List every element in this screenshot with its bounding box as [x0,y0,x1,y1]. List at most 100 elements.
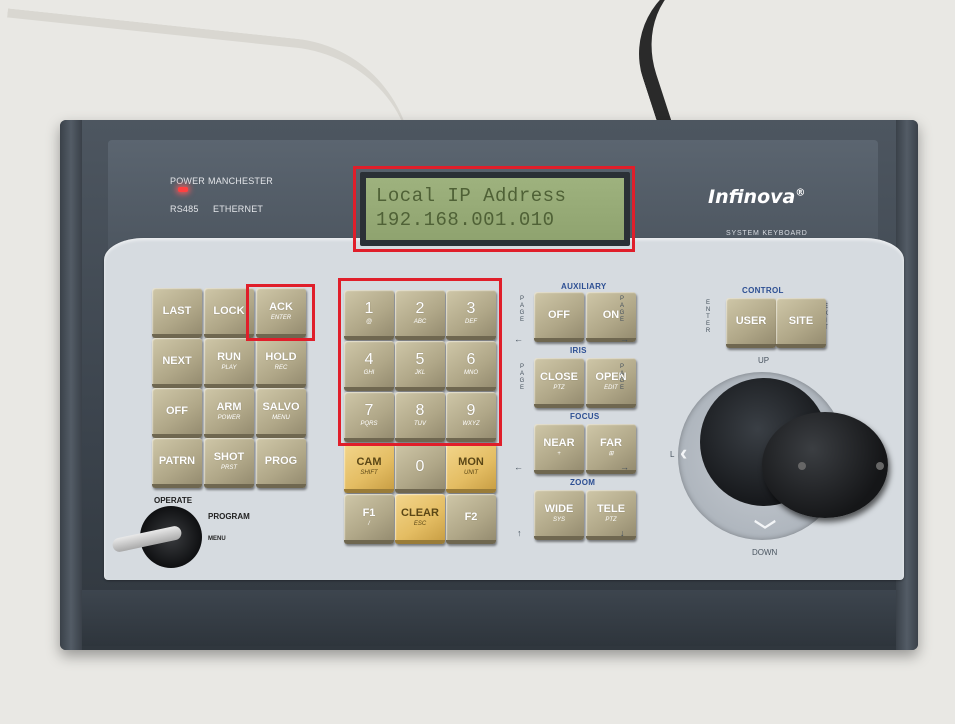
ethernet-label: ETHERNET [213,204,264,214]
key-label: CLOSE [540,370,578,383]
key-sublabel: ⊞ [608,450,614,457]
lcd-highlight-box [353,166,635,252]
key-sublabel: + [557,450,561,457]
zoom-wide-button[interactable]: WIDE SYS [534,490,584,540]
key-sublabel: PTZ [605,516,617,523]
key-label: CAM [356,455,382,468]
key-label: LAST [162,305,192,317]
key-next[interactable]: NEXT [152,338,202,388]
arrow-left-icon: ← [514,462,523,472]
key-label: NEAR [543,436,575,449]
key-label: NEXT [162,355,192,367]
power-label: POWER [170,176,206,186]
key-last[interactable]: LAST [152,288,202,338]
key-sublabel: ESC [413,520,427,527]
bottom-rail [82,590,896,646]
arrow-right-icon: → [620,334,629,344]
arrow-right-icon: → [620,462,629,472]
key-f1[interactable]: F1/ [344,494,394,544]
zoom-label: ZOOM [570,478,596,487]
menu-label: MENU [208,536,226,542]
key-0[interactable]: 0 [395,443,445,493]
iris-label: IRIS [570,346,587,355]
ack-highlight-box [246,284,315,341]
key-label: ON [602,309,620,321]
manchester-label: MANCHESTER [208,176,274,186]
key-sublabel: PLAY [221,364,237,371]
key-hold[interactable]: HOLD REC [256,338,306,388]
key-patrn[interactable]: PATRN [152,438,202,488]
key-mon[interactable]: MON UNIT [446,443,496,493]
key-label: TELE [596,502,626,515]
chevron-down-icon: ﹀ [754,519,777,544]
key-sublabel: UNIT [464,469,478,476]
auxiliary-off-button[interactable]: OFF [534,292,584,342]
brand-subtitle: SYSTEM KEYBOARD [726,230,808,237]
key-sublabel: / [368,520,370,527]
auxiliary-label: AUXILIARY [561,282,607,291]
key-sublabel: EDIT [604,384,618,391]
key-sublabel: REC [274,364,288,371]
key-sublabel: PRST [220,464,237,471]
chevron-left-icon: ‹ [680,440,688,465]
page-label-left-2: PAGE [519,364,525,391]
joystick-down-label: DOWN [752,548,778,557]
key-label: HOLD [265,350,297,363]
program-label: PROGRAM [208,512,250,521]
iris-open-button[interactable]: OPEN EDIT [586,358,636,408]
joystick-left-label: L [670,450,675,459]
key-label: OFF [548,309,570,321]
site-button[interactable]: SITE [776,298,826,348]
key-label: OFF [166,405,188,417]
brand-name: Infinova [708,186,796,208]
key-label: F1 [362,506,376,519]
enter-label: ENTER [705,300,711,334]
key-clear[interactable]: CLEAR ESC [395,494,445,544]
user-button[interactable]: USER [726,298,776,348]
page-label-right-1: PAGE [619,296,625,323]
joystick-knob[interactable] [762,412,888,518]
iris-close-button[interactable]: CLOSE PTZ [534,358,584,408]
key-label: SHOT [213,450,245,463]
rs485-label: RS485 [170,204,199,214]
key-salvo[interactable]: SALVO MENU [256,388,306,438]
left-endcap [60,120,82,650]
key-sublabel: PTZ [553,384,565,391]
key-sublabel: SHIFT [360,469,378,476]
key-off[interactable]: OFF [152,388,202,438]
key-f2[interactable]: F2 [446,494,496,544]
numpad-highlight-box [338,278,502,446]
focus-near-button[interactable]: NEAR + [534,424,584,474]
key-label: SALVO [262,400,300,413]
key-sublabel: MENU [272,414,290,421]
key-prog[interactable]: PROG [256,438,306,488]
arrow-left-icon: ← [514,334,523,344]
key-cam[interactable]: CAM SHIFT [344,443,394,493]
operate-label: OPERATE [154,496,193,505]
key-shot[interactable]: SHOT PRST [204,438,254,488]
key-label: RUN [217,350,241,363]
zoom-tele-button[interactable]: TELE PTZ [586,490,636,540]
key-label: F2 [464,511,478,523]
joystick-screw [876,462,884,470]
key-label: ARM [216,400,242,413]
key-sublabel: SYS [552,516,565,523]
key-label: LOCK [213,305,245,317]
key-label: 0 [415,457,425,475]
brand-logo: Infinova® [708,186,806,208]
page-label-right-2: PAGE [619,364,625,391]
key-sublabel: POWER [217,414,241,421]
power-led [178,187,188,192]
arrow-up-icon: ↑ [517,528,522,538]
page-label-left-1: PAGE [519,296,525,323]
key-label: MON [458,455,484,468]
key-label: PROG [264,455,298,467]
key-label: FAR [600,436,622,449]
key-label: WIDE [544,502,574,515]
arrow-down-icon: ↓ [620,528,625,538]
key-label: PATRN [158,455,196,467]
key-arm[interactable]: ARM POWER [204,388,254,438]
joystick-screw [798,462,806,470]
key-label: CLEAR [401,506,439,519]
key-run[interactable]: RUN PLAY [204,338,254,388]
